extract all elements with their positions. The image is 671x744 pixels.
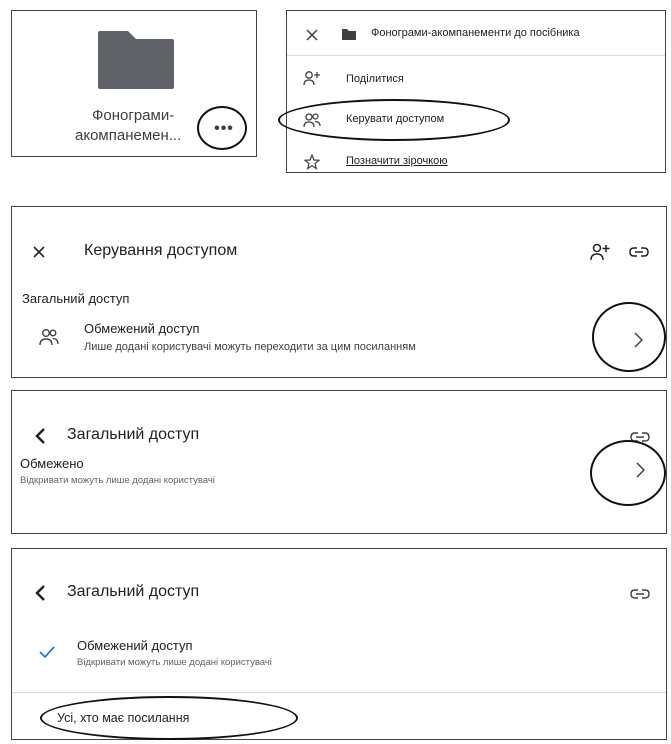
access-option-row[interactable]: Обмежено Відкривати можуть лише додані к… <box>12 447 666 527</box>
option-description: Відкривати можуть лише додані користувач… <box>20 475 215 486</box>
manage-access-panel: Керування доступом Загальний доступ Обме… <box>11 206 667 378</box>
options-divider <box>12 692 666 693</box>
close-icon[interactable] <box>28 241 50 263</box>
menu-item-manage-access[interactable]: Керувати доступом <box>287 103 665 137</box>
person-add-icon <box>590 243 610 261</box>
general-access-panel: Загальний доступ Обмежено Відкривати мож… <box>11 390 667 534</box>
more-options-button[interactable]: ••• <box>207 112 241 146</box>
menu-item-manage-access-label: Керувати доступом <box>346 113 445 125</box>
folder-small-icon <box>341 27 357 41</box>
link-icon <box>630 432 650 442</box>
star-icon <box>303 153 321 171</box>
folder-card[interactable]: Фонограми- акомпанемен... ••• <box>11 10 257 157</box>
folder-name-line1: Фонограми- <box>92 107 175 124</box>
manage-access-title: Керування доступом <box>84 242 238 259</box>
link-icon <box>630 589 650 599</box>
access-description: Лише додані користувачі можуть переходит… <box>84 341 416 353</box>
option-restricted[interactable]: Обмежений доступ Відкривати можуть лише … <box>12 631 666 687</box>
menu-item-share-label: Поділитися <box>346 73 404 85</box>
menu-item-share[interactable]: Поділитися <box>287 61 665 95</box>
link-icon <box>629 247 649 257</box>
general-access-section-title: Загальний доступ <box>22 291 130 306</box>
copy-link-button[interactable] <box>626 240 652 264</box>
option-restricted-title: Обмежений доступ <box>77 638 193 653</box>
person-add-icon <box>303 69 321 87</box>
close-icon[interactable] <box>301 24 323 46</box>
option-restricted-description: Відкривати можуть лише додані користувач… <box>77 657 272 668</box>
chevron-left-icon <box>35 585 45 601</box>
general-access-options-panel: Загальний доступ Обмежений доступ Відкри… <box>11 548 667 740</box>
menu-divider <box>287 55 665 56</box>
copy-link-button[interactable] <box>628 427 652 447</box>
context-menu: Фонограми-акомпанементи до посібника Под… <box>286 10 666 173</box>
back-button[interactable] <box>30 582 50 604</box>
menu-item-star-label: Позначити зірочкою <box>346 155 448 167</box>
option-anyone-with-link[interactable]: Усі, хто має посилання <box>12 697 666 737</box>
menu-item-star[interactable]: Позначити зірочкою <box>287 149 665 172</box>
chevron-right-icon[interactable] <box>628 457 652 483</box>
folder-icon <box>96 27 176 91</box>
copy-link-button[interactable] <box>628 584 652 604</box>
add-person-button[interactable] <box>588 240 612 264</box>
check-icon <box>38 643 56 661</box>
more-horizontal-icon: ••• <box>214 120 234 137</box>
back-button[interactable] <box>30 425 50 447</box>
option-title: Обмежено <box>20 456 84 471</box>
folder-name-line2: акомпанемен... <box>75 127 182 144</box>
option-anyone-label: Усі, хто має посилання <box>57 711 190 725</box>
general-access-title: Загальний доступ <box>67 426 200 443</box>
general-access-row[interactable]: Обмежений доступ Лише додані користувачі… <box>12 311 666 371</box>
general-access-options-title: Загальний доступ <box>67 583 200 600</box>
access-title: Обмежений доступ <box>84 321 200 336</box>
manage-access-icon <box>303 111 321 129</box>
manage-access-icon <box>38 327 60 347</box>
chevron-right-icon[interactable] <box>626 327 650 353</box>
menu-header-title: Фонограми-акомпанементи до посібника <box>371 27 580 39</box>
chevron-left-icon <box>35 428 45 444</box>
